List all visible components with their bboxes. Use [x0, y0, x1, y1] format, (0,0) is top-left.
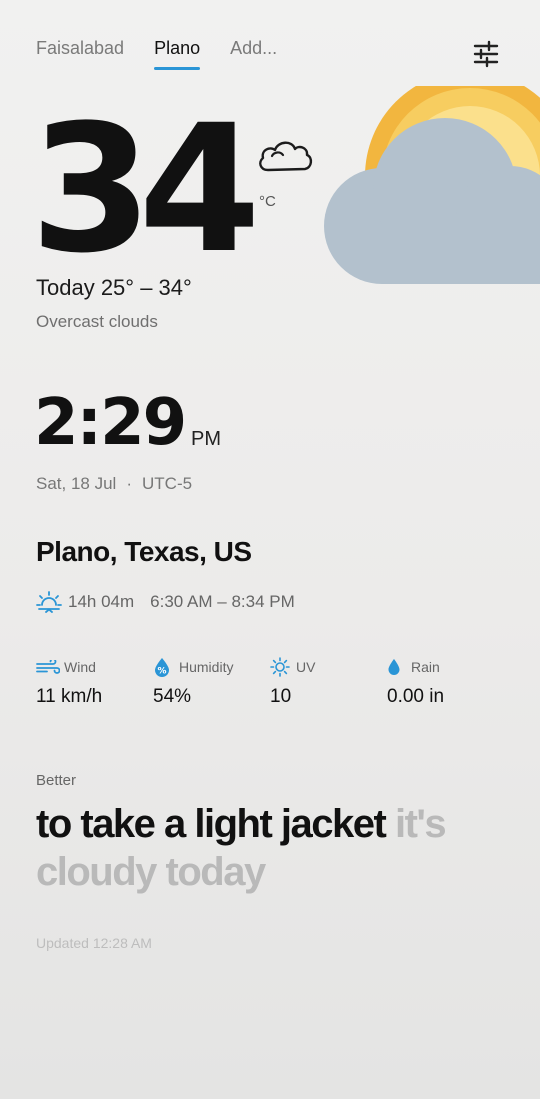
advice-text: to take a light jacket it's cloudy today: [36, 800, 516, 896]
stat-rain: Rain 0.00 in: [387, 656, 444, 708]
weather-illustration: [320, 86, 540, 296]
wind-icon: [36, 660, 60, 674]
date-line: Sat, 18 Jul · UTC-5: [36, 474, 192, 494]
temperature-range: Today 25° – 34°: [36, 275, 192, 300]
advice-label: Better: [36, 772, 77, 789]
stat-wind-value: 11 km/h: [36, 686, 103, 707]
city-tabs: Faisalabad Plano Add...: [36, 38, 277, 70]
stat-wind-label: Wind: [64, 659, 96, 675]
location-name: Plano, Texas, US: [36, 536, 252, 567]
day-length: 14h 04m: [68, 592, 135, 611]
local-time: 2:29: [34, 386, 187, 460]
stat-uv-label: UV: [296, 659, 316, 675]
sunrise-icon: [36, 591, 62, 613]
tab-add-city[interactable]: Add...: [230, 38, 277, 59]
timezone: UTC-5: [142, 474, 193, 493]
date-separator: ·: [126, 474, 132, 493]
weather-condition: Overcast clouds: [36, 312, 158, 331]
stat-rain-value: 0.00 in: [387, 686, 445, 707]
stat-uv: UV 10: [270, 656, 315, 708]
sun-behind-cloud-illustration: [324, 86, 540, 284]
tab-plano[interactable]: Plano: [154, 38, 201, 70]
daylight-row: 14h 04m 6:30 AM – 8:34 PM: [36, 590, 295, 614]
stat-uv-value: 10: [270, 686, 292, 707]
raindrop-icon: [388, 659, 400, 675]
settings-button[interactable]: [472, 40, 500, 68]
stat-wind: Wind 11 km/h: [36, 656, 102, 708]
humidity-icon: %: [155, 658, 169, 677]
weather-stats: Wind 11 km/h % Humidity 54% UV 10 Rain 0…: [36, 656, 516, 716]
stat-humidity: % Humidity 54%: [153, 656, 233, 708]
date: Sat, 18 Jul: [36, 474, 117, 493]
stat-humidity-label: Humidity: [179, 659, 234, 675]
stat-humidity-value: 54%: [153, 686, 192, 707]
last-updated: Updated 12:28 AM: [36, 935, 152, 951]
current-temperature: 34: [30, 87, 261, 292]
sunrise-sunset: 6:30 AM – 8:34 PM: [150, 592, 295, 611]
time-ampm: PM: [191, 428, 221, 450]
svg-text:%: %: [157, 667, 166, 677]
cloud-icon: [259, 141, 313, 172]
sliders-icon: [473, 40, 499, 68]
sun-icon: [270, 657, 290, 677]
temperature-unit: °C: [259, 193, 276, 210]
advice-strong: to take a light jacket: [36, 802, 387, 846]
tab-faisalabad[interactable]: Faisalabad: [36, 38, 124, 59]
stat-rain-label: Rain: [411, 659, 440, 675]
